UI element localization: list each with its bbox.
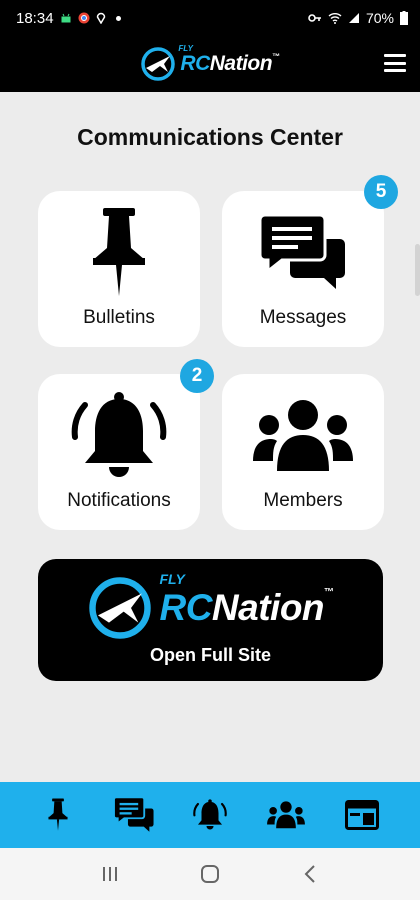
key-icon [308, 14, 321, 22]
nav-full-site[interactable] [340, 793, 384, 837]
airplane-globe-icon [141, 47, 176, 81]
recent-apps-button[interactable] [90, 854, 130, 894]
scroll-handle[interactable] [415, 244, 420, 296]
nav-notifications[interactable] [188, 793, 232, 837]
logo-fly-text: FLY [159, 570, 185, 587]
battery-icon [400, 11, 408, 25]
flyrcnation-logo[interactable]: FLY RCNation™ [140, 44, 280, 82]
logo-rc-text: RC [180, 52, 210, 75]
recent-apps-icon [103, 867, 117, 881]
chat-bubbles-icon [260, 205, 346, 301]
members-label: Members [263, 490, 343, 511]
logo-text: RCNation™ [180, 52, 280, 76]
page-title: Communications Center [77, 124, 343, 150]
notification-dot [115, 15, 121, 21]
notifications-tile[interactable]: Notifications [38, 374, 200, 530]
home-icon [201, 865, 219, 883]
hamburger-menu-icon[interactable] [384, 54, 406, 72]
wifi-icon [328, 13, 342, 24]
nav-bulletins[interactable] [36, 793, 80, 837]
logo-text: RCNation™ [159, 586, 334, 629]
browser-icon [345, 800, 379, 830]
chrome-icon [78, 12, 90, 24]
nav-members[interactable] [264, 793, 308, 837]
flyrcnation-logo-large: FLY RCNation™ [87, 571, 334, 641]
app-header: FLY RCNation™ [0, 36, 420, 92]
logo-tm: ™ [272, 52, 280, 61]
pushpin-icon [48, 798, 68, 831]
group-icon [253, 388, 353, 484]
signal-icon [348, 13, 359, 23]
group-icon [267, 801, 305, 829]
notifications-label: Notifications [67, 490, 171, 511]
pushpin-icon [89, 205, 149, 301]
messages-tile[interactable]: Messages [222, 191, 384, 347]
logo-fly-text: FLY [178, 44, 193, 53]
location-icon [96, 12, 105, 24]
members-tile[interactable]: Members [222, 374, 384, 530]
back-button[interactable] [290, 854, 330, 894]
back-icon [304, 865, 315, 883]
bulletins-tile[interactable]: Bulletins [38, 191, 200, 347]
notifications-badge: 2 [180, 359, 214, 393]
android-icon [61, 13, 71, 23]
battery-percent: 70% [365, 10, 394, 26]
open-full-site-button[interactable]: FLY RCNation™ Open Full Site [38, 559, 383, 681]
system-navigation-bar [0, 848, 420, 900]
bulletins-label: Bulletins [83, 307, 155, 328]
messages-badge: 5 [364, 175, 398, 209]
chat-bubbles-icon [114, 797, 154, 832]
logo-rc-text: RC [159, 586, 212, 628]
status-bar: 18:34 70% [0, 0, 420, 36]
messages-label: Messages [259, 307, 347, 328]
bell-ringing-icon [71, 388, 167, 484]
nav-messages[interactable] [112, 793, 156, 837]
open-full-site-label: Open Full Site [149, 644, 271, 665]
bell-icon [193, 799, 227, 830]
home-button[interactable] [190, 854, 230, 894]
airplane-globe-icon [89, 576, 152, 639]
logo-nation-text: Nation [209, 52, 273, 75]
status-time: 18:34 [16, 9, 54, 27]
logo-nation-text: Nation [211, 586, 325, 628]
logo-tm: ™ [324, 586, 334, 598]
bottom-nav [0, 782, 420, 848]
